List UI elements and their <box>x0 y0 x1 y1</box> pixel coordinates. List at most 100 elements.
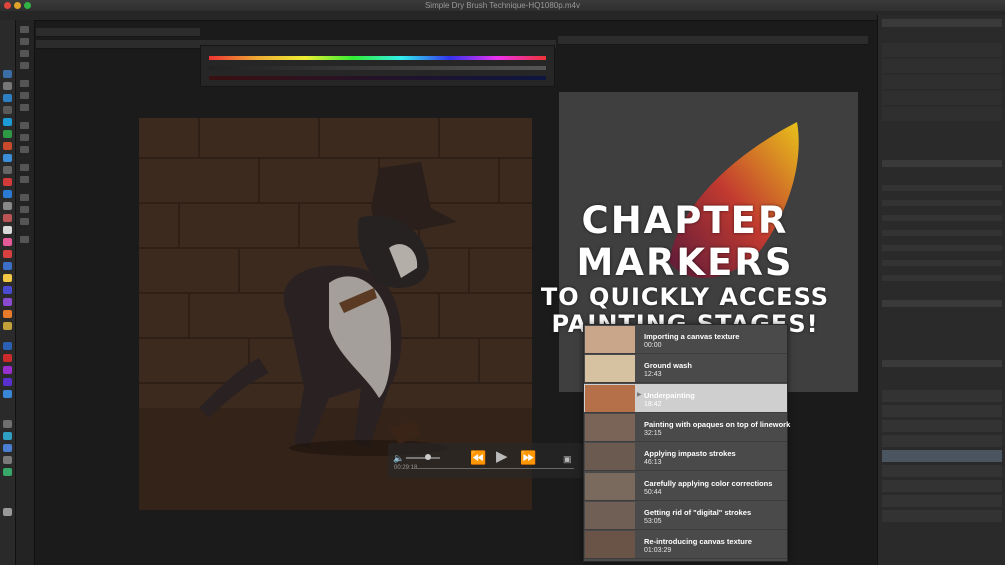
chapter-thumbnail <box>585 501 635 529</box>
brush-preset[interactable] <box>882 43 1002 57</box>
tool-icon[interactable] <box>20 146 29 153</box>
layer-row[interactable] <box>882 465 1002 477</box>
app-icon[interactable] <box>3 214 12 222</box>
tool-icon[interactable] <box>20 236 29 243</box>
brightness-slider[interactable] <box>209 76 546 80</box>
tool-icon[interactable] <box>20 176 29 183</box>
slider-row[interactable] <box>882 245 1002 251</box>
app-icon[interactable] <box>3 354 12 362</box>
tool-icon[interactable] <box>20 92 29 99</box>
chapter-item[interactable]: Re-introducing canvas texture 01:03:29 <box>584 530 787 560</box>
app-icon[interactable] <box>3 94 12 102</box>
chapter-item[interactable]: ▶ Underpainting 18:42 <box>584 383 787 413</box>
app-icon[interactable] <box>3 238 12 246</box>
brush-preset[interactable] <box>882 107 1002 121</box>
app-icon[interactable] <box>3 130 12 138</box>
app-icon[interactable] <box>3 70 12 78</box>
slider-row[interactable] <box>882 185 1002 191</box>
app-icon[interactable] <box>3 456 12 464</box>
chapter-thumbnail <box>585 472 635 500</box>
tool-icon[interactable] <box>20 80 29 87</box>
brush-preset[interactable] <box>882 91 1002 105</box>
volume-slider[interactable] <box>406 457 440 459</box>
chapter-item[interactable]: Painting with opaques on top of linework… <box>584 413 790 442</box>
brush-preset[interactable] <box>882 75 1002 89</box>
brush-preset[interactable] <box>882 59 1002 73</box>
app-icon[interactable] <box>3 262 12 270</box>
layer-row[interactable] <box>882 420 1002 432</box>
scrub-bar[interactable] <box>414 468 574 469</box>
rewind-icon[interactable]: ⏪ <box>470 451 486 465</box>
tool-icon[interactable] <box>20 194 29 201</box>
tool-icon[interactable] <box>20 62 29 69</box>
chapters-icon[interactable]: ▣ <box>563 452 572 466</box>
slider-row[interactable] <box>882 260 1002 266</box>
layer-row-selected[interactable] <box>882 450 1002 462</box>
app-icon[interactable] <box>3 286 12 294</box>
app-icon[interactable] <box>3 420 12 428</box>
tool-icon[interactable] <box>20 218 29 225</box>
play-icon[interactable]: ▶ <box>496 449 508 464</box>
app-icon[interactable] <box>3 342 12 350</box>
chapter-title: Getting rid of "digital" strokes <box>644 507 752 517</box>
tool-icon[interactable] <box>20 104 29 111</box>
app-icon[interactable] <box>3 190 12 198</box>
slider-row[interactable] <box>882 230 1002 236</box>
app-icon[interactable] <box>3 106 12 114</box>
app-icon[interactable] <box>3 310 12 318</box>
hue-slider[interactable] <box>209 56 546 60</box>
chapter-item[interactable]: Carefully applying color corrections 50:4… <box>584 472 787 501</box>
chapter-item[interactable]: Importing a canvas texture 00:00 <box>584 325 787 354</box>
layer-row[interactable] <box>882 510 1002 522</box>
layer-row[interactable] <box>882 480 1002 492</box>
app-icon[interactable] <box>3 142 12 150</box>
subview-panel-header <box>558 36 868 45</box>
tool-icon[interactable] <box>20 164 29 171</box>
fast-forward-icon[interactable]: ⏩ <box>520 451 536 465</box>
app-icon[interactable] <box>3 226 12 234</box>
video-player-controls: 🔈 ⏪ ▶ ⏩ ▣ 00:29:18 <box>388 443 583 478</box>
tool-icon[interactable] <box>20 50 29 57</box>
layer-row[interactable] <box>882 435 1002 447</box>
panel-header <box>882 300 1002 307</box>
app-icon[interactable] <box>3 366 12 374</box>
layer-row[interactable] <box>882 405 1002 417</box>
app-icon[interactable] <box>3 322 12 330</box>
panel-header <box>882 360 1002 367</box>
tool-icon[interactable] <box>20 134 29 141</box>
app-icon[interactable] <box>3 444 12 452</box>
app-icon[interactable] <box>3 298 12 306</box>
slider-row[interactable] <box>882 275 1002 281</box>
layer-row[interactable] <box>882 390 1002 402</box>
panel-row[interactable] <box>882 19 1002 27</box>
layer-row[interactable] <box>882 495 1002 507</box>
app-icon[interactable] <box>3 250 12 258</box>
tool-icon[interactable] <box>20 122 29 129</box>
chapter-item[interactable]: Applying impasto strokes 46:13 <box>584 442 787 472</box>
app-icon[interactable] <box>3 82 12 90</box>
app-icon[interactable] <box>3 118 12 126</box>
saturation-slider[interactable] <box>209 66 546 70</box>
app-icon[interactable] <box>3 432 12 440</box>
tool-icon[interactable] <box>20 38 29 45</box>
chapter-item[interactable]: Ground wash 12:43 <box>584 354 787 384</box>
tool-icon[interactable] <box>20 26 29 33</box>
app-icon[interactable] <box>3 154 12 162</box>
chapter-time: 12:43 <box>644 371 662 379</box>
volume-icon[interactable]: 🔈 <box>393 451 404 465</box>
app-icon[interactable] <box>3 390 12 398</box>
chapter-time: 18:42 <box>644 400 662 408</box>
app-icon[interactable] <box>3 202 12 210</box>
volume-knob[interactable] <box>425 454 432 460</box>
chapter-item[interactable]: Getting rid of "digital" strokes 53:05 <box>584 501 787 530</box>
app-icon[interactable] <box>3 166 12 174</box>
app-icon[interactable] <box>3 468 12 476</box>
app-icon[interactable] <box>3 274 12 282</box>
tool-icon[interactable] <box>20 206 29 213</box>
app-icon[interactable] <box>3 378 12 386</box>
chapter-title: Re-introducing canvas texture <box>644 537 752 547</box>
slider-row[interactable] <box>882 200 1002 206</box>
slider-row[interactable] <box>882 215 1002 221</box>
app-icon[interactable] <box>3 178 12 186</box>
trash-icon[interactable] <box>3 508 12 516</box>
